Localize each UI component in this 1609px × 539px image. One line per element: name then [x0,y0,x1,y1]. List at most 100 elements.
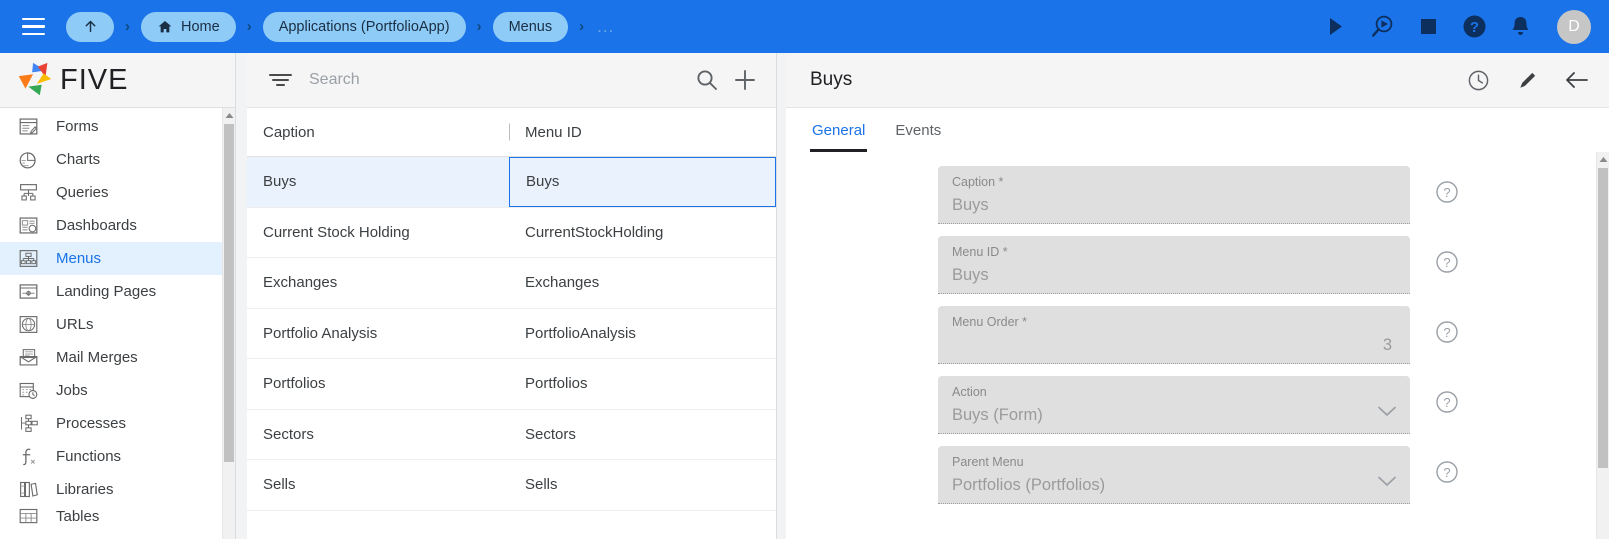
run-icon[interactable] [1323,14,1349,40]
add-plus-icon[interactable] [730,65,760,95]
column-header-caption[interactable]: Caption [247,108,509,156]
breadcrumb-item-home[interactable]: Home [141,11,236,42]
search-input[interactable] [309,71,684,89]
sidebar-item-label: Landing Pages [56,283,157,300]
filter-icon[interactable] [269,72,293,88]
main-body: FIVE Forms Charts Queries Dashboards Men… [0,53,1609,539]
breadcrumb-overflow[interactable]: ... [595,17,614,37]
landing-pages-icon [13,281,43,302]
table-row[interactable]: Current Stock Holding CurrentStockHoldin… [247,208,776,258]
cell-menu-id[interactable]: Buys [509,157,776,207]
chevron-down-icon[interactable] [1378,404,1396,422]
tab-general[interactable]: General [810,108,868,152]
sidebar-item-forms[interactable]: Forms [0,110,235,143]
help-circle-icon[interactable]: ? [1435,250,1459,274]
help-circle-icon[interactable]: ? [1435,460,1459,484]
cell-menu-id: CurrentStockHolding [525,223,664,241]
list-toolbar [247,53,776,108]
libraries-icon [13,479,43,500]
detail-scrollbar[interactable] [1596,152,1609,539]
history-clock-icon[interactable] [1466,68,1491,93]
caption-field[interactable]: Caption * Buys [938,166,1410,224]
debug-icon[interactable] [1369,14,1395,40]
sidebar-item-urls[interactable]: URLs [0,308,235,341]
menus-list-panel: Caption Menu ID Buys Buys Current Stock … [247,53,777,539]
svg-text:?: ? [1443,255,1450,270]
top-actions: ? D [1323,9,1591,44]
avatar[interactable]: D [1557,9,1591,44]
breadcrumb-home-label: Home [181,18,220,35]
breadcrumb-up-button[interactable] [66,11,114,42]
parent-menu-select-field[interactable]: Parent Menu Portfolios (Portfolios) [938,446,1410,504]
sidebar-item-dashboards[interactable]: Dashboards [0,209,235,242]
table-row[interactable]: Sells Sells [247,460,776,511]
field-label: Caption * [952,175,1004,189]
scroll-up-arrow-icon[interactable] [223,108,235,122]
search-icon[interactable] [692,65,722,95]
back-arrow-icon[interactable] [1564,68,1589,93]
sidebar-item-functions[interactable]: Functions [0,440,235,473]
detail-scrollbar-thumb[interactable] [1598,168,1608,468]
sidebar-item-charts[interactable]: Charts [0,143,235,176]
help-circle-icon[interactable]: ? [1435,180,1459,204]
sidebar-item-label: Forms [56,118,99,135]
tables-icon [13,506,43,526]
help-icon[interactable]: ? [1461,14,1487,40]
field-label: Menu ID * [952,245,1008,259]
detail-header: Buys [786,53,1609,108]
scroll-up-arrow-icon[interactable] [1597,152,1609,166]
breadcrumb-item-applications[interactable]: Applications (PortfolioApp) [262,11,466,42]
five-logo-icon [18,62,52,96]
sidebar-item-label: Charts [56,151,101,168]
svg-text:?: ? [1443,325,1450,340]
breadcrumb-separator: › [125,18,130,35]
cell-caption: Portfolio Analysis [263,324,378,342]
table-row[interactable]: Exchanges Exchanges [247,258,776,309]
cell-caption: Sells [263,476,296,494]
menu-order-field[interactable]: Menu Order * 3 [938,306,1410,364]
sidebar-item-menus[interactable]: Menus [0,242,235,275]
brand-logo[interactable]: FIVE [0,53,235,108]
stop-icon[interactable] [1415,14,1441,40]
breadcrumb-item-menus[interactable]: Menus [492,11,569,42]
table-row[interactable]: Portfolio Analysis PortfolioAnalysis [247,309,776,359]
form-field-row: Menu ID * Buys ? [786,236,1609,294]
detail-tabs: General Events [786,108,1609,152]
svg-text:?: ? [1443,465,1450,480]
hamburger-menu-icon[interactable] [14,8,52,46]
table-row[interactable]: Sectors Sectors [247,410,776,460]
column-header-menu-id[interactable]: Menu ID [509,108,776,156]
sidebar-item-label: Queries [56,184,109,201]
menu-id-field[interactable]: Menu ID * Buys [938,236,1410,294]
field-value: Buys [952,196,989,214]
arrow-up-icon [85,20,95,33]
tab-events[interactable]: Events [893,108,943,152]
table-row[interactable]: Buys Buys [247,157,776,208]
sidebar-scrollbar-thumb[interactable] [224,124,234,462]
edit-pencil-icon[interactable] [1515,68,1540,93]
sidebar-item-processes[interactable]: Processes [0,407,235,440]
sidebar-scrollbar[interactable] [222,108,235,539]
help-circle-icon[interactable]: ? [1435,320,1459,344]
sidebar-item-landing-pages[interactable]: Landing Pages [0,275,235,308]
sidebar-item-jobs[interactable]: Jobs [0,374,235,407]
sidebar-item-label: Functions [56,448,122,465]
breadcrumb-separator: › [476,18,482,35]
sidebar-item-mail-merges[interactable]: Mail Merges [0,341,235,374]
cell-menu-id: Sectors [525,425,576,443]
table-row[interactable]: Portfolios Portfolios [247,359,776,410]
queries-icon [13,182,43,203]
sidebar-item-label: Libraries [56,481,114,498]
mail-merges-icon [13,347,43,368]
sidebar: FIVE Forms Charts Queries Dashboards Men… [0,53,236,539]
top-navigation-bar: › Home › Applications (PortfolioApp) › M… [0,0,1609,53]
sidebar-item-tables[interactable]: Tables [0,506,235,526]
breadcrumb-separator: › [579,18,585,35]
sidebar-item-label: Dashboards [56,217,137,234]
sidebar-item-queries[interactable]: Queries [0,176,235,209]
notifications-bell-icon[interactable] [1507,14,1533,40]
sidebar-item-libraries[interactable]: Libraries [0,473,235,506]
chevron-down-icon[interactable] [1378,474,1396,492]
help-circle-icon[interactable]: ? [1435,390,1459,414]
action-select-field[interactable]: Action Buys (Form) [938,376,1410,434]
